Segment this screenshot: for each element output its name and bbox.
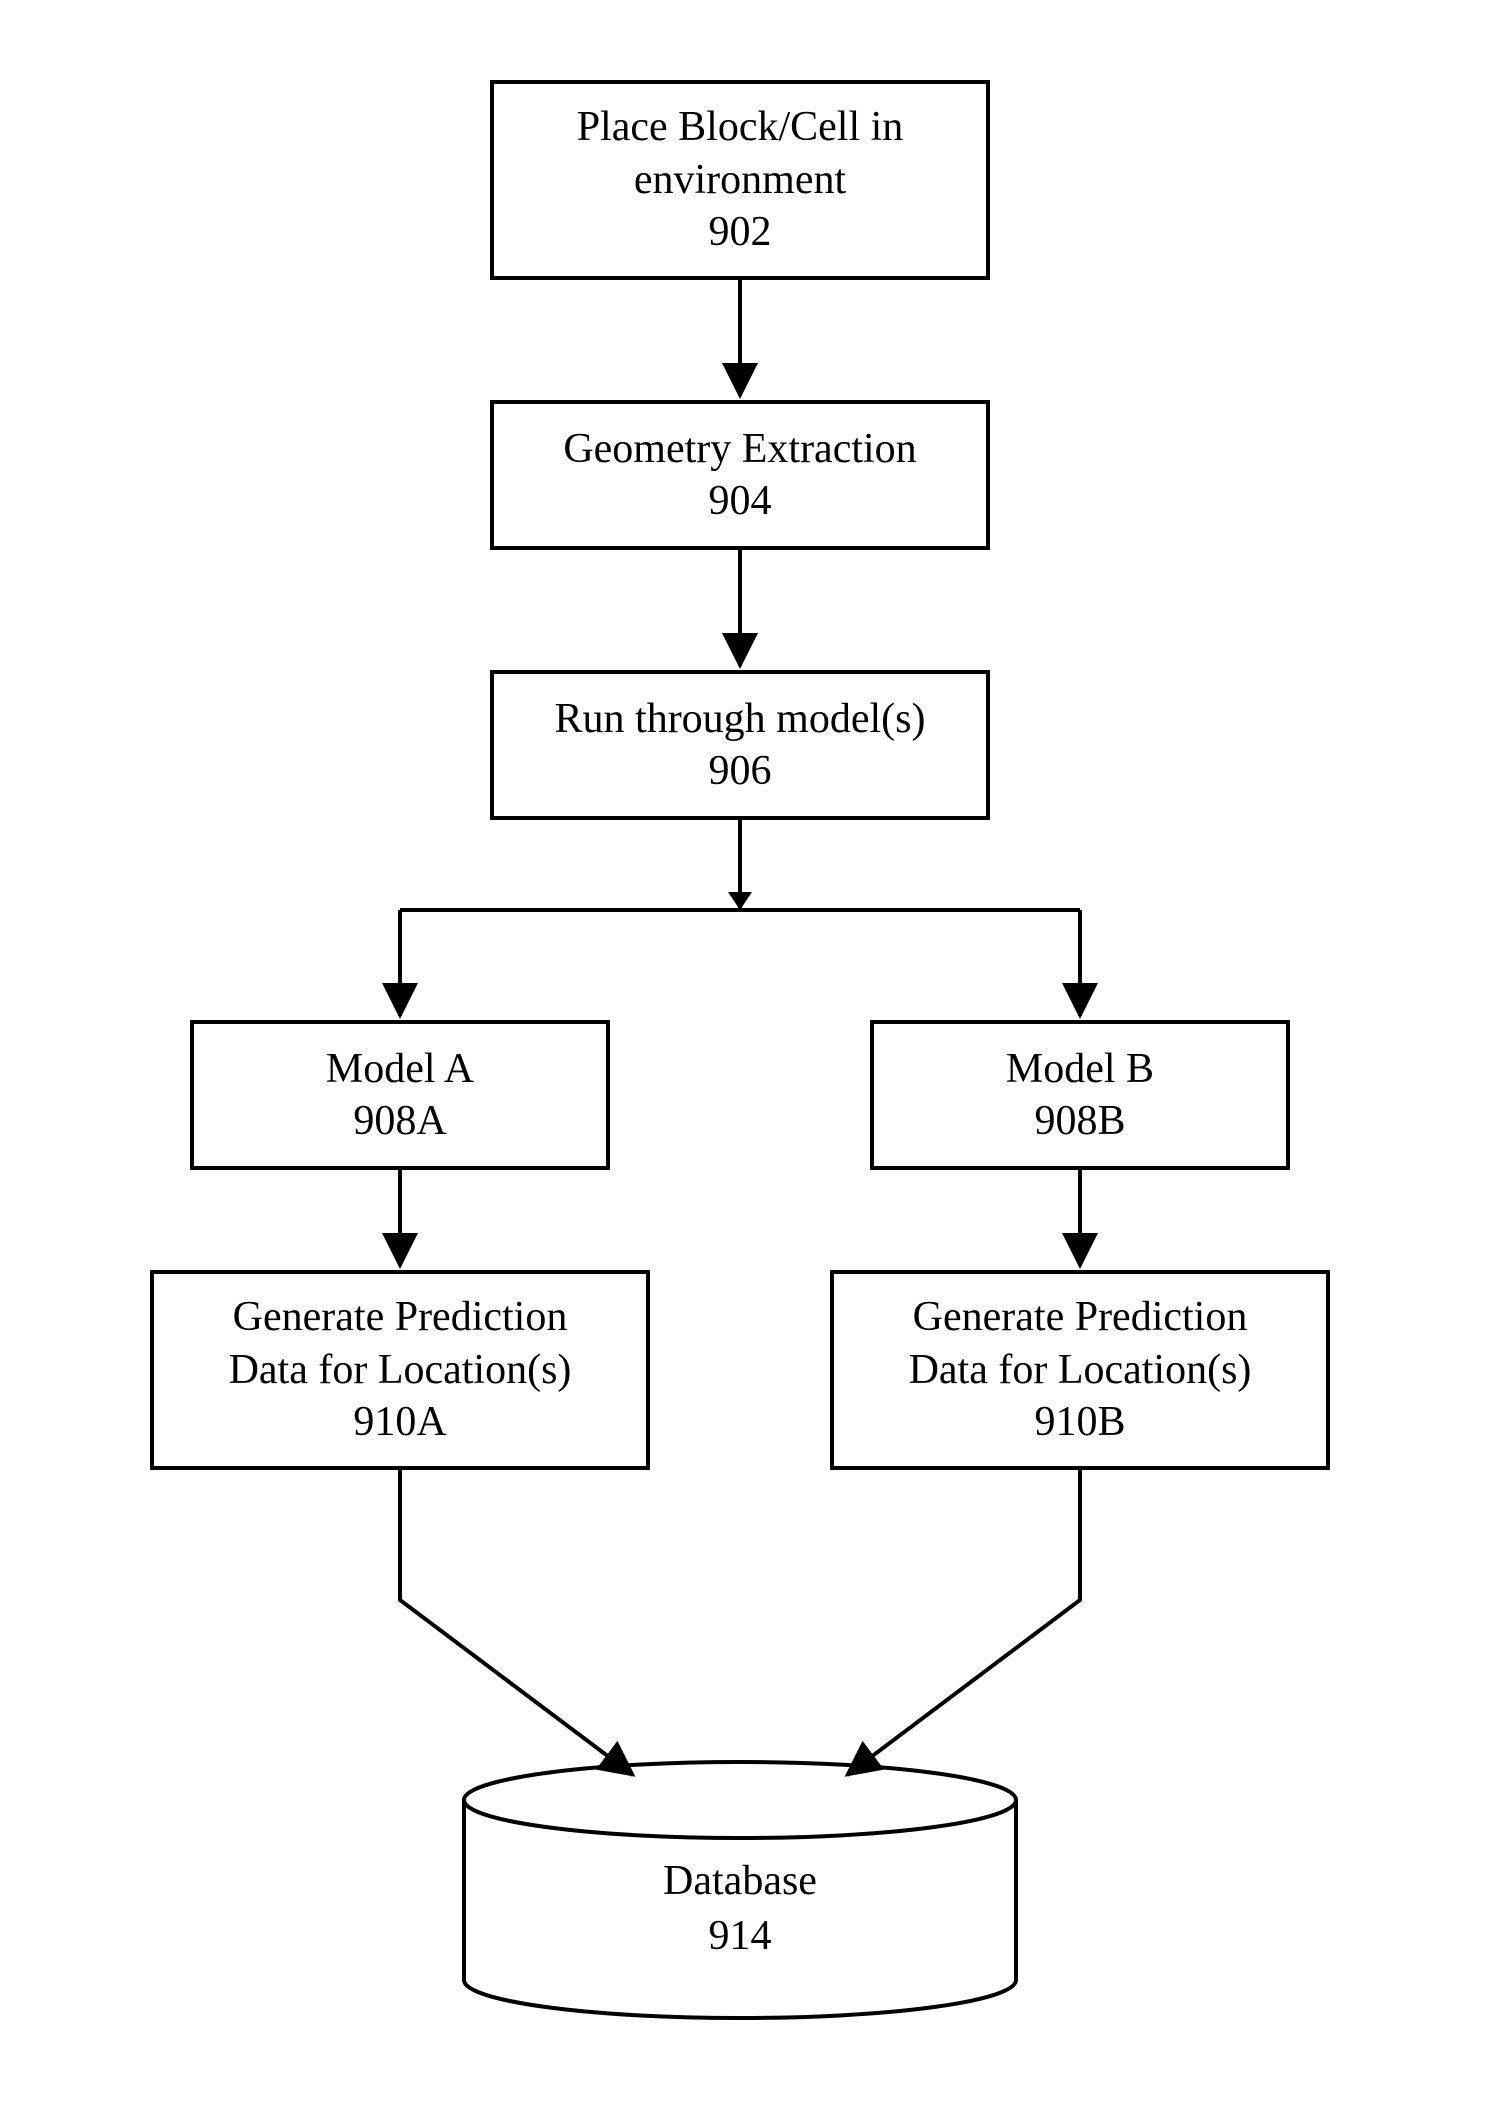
node-910A-line1: Generate Prediction [233,1291,568,1344]
flowchart-canvas: Place Block/Cell in environment 902 Geom… [0,0,1487,2118]
node-908A-line1: Model A [326,1043,474,1096]
node-910A-line2: Data for Location(s) [229,1344,572,1397]
node-910B: Generate Prediction Data for Location(s)… [830,1270,1330,1470]
node-914-ref: 914 [709,1913,772,1959]
node-910B-line2: Data for Location(s) [909,1344,1252,1397]
node-910B-ref: 910B [1034,1396,1125,1449]
node-908B-ref: 908B [1034,1095,1125,1148]
node-904: Geometry Extraction 904 [490,400,990,550]
node-902-line2: environment [634,154,846,207]
node-914-line1: Database [663,1858,817,1904]
edge-910B-914 [847,1470,1080,1775]
node-908B: Model B 908B [870,1020,1290,1170]
node-902-line1: Place Block/Cell in [577,101,904,154]
node-902: Place Block/Cell in environment 902 [490,80,990,280]
node-910B-line1: Generate Prediction [913,1291,1248,1344]
node-908B-line1: Model B [1006,1043,1154,1096]
node-904-ref: 904 [709,475,772,528]
edge-906-split-head [728,892,752,910]
node-904-line1: Geometry Extraction [563,423,916,476]
node-910A: Generate Prediction Data for Location(s)… [150,1270,650,1470]
node-914: Database 914 [460,1760,1020,2020]
node-908A-ref: 908A [353,1095,446,1148]
edge-910A-914 [400,1470,633,1775]
node-906: Run through model(s) 906 [490,670,990,820]
node-902-ref: 902 [709,206,772,259]
node-906-ref: 906 [709,745,772,798]
node-906-line1: Run through model(s) [555,693,926,746]
node-908A: Model A 908A [190,1020,610,1170]
node-910A-ref: 910A [353,1396,446,1449]
